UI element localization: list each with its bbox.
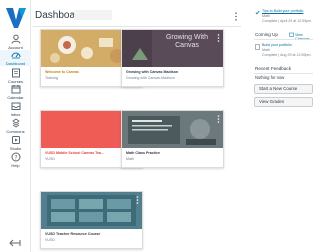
coming-up-divider [254, 39, 313, 40]
nav-calendar[interactable]: Calendar [0, 84, 31, 100]
coming-up-item-course: Math [262, 48, 270, 52]
course-card[interactable]: Growing With Canvas Growing with Canvas … [121, 29, 224, 87]
nav-label: Inbox [10, 112, 21, 117]
nav-label: Help [11, 163, 20, 168]
coming-up-item-due: Complete | Aug 29 at 12:59pm [262, 53, 311, 57]
course-term: Growing with Canvas-Madison [126, 76, 175, 80]
nav-label: Commons [6, 129, 25, 134]
course-name[interactable]: Growing with Canvas Madison [126, 70, 178, 74]
collapse-nav-icon[interactable] [8, 238, 22, 248]
nav-account[interactable]: Account [0, 34, 31, 50]
view-grades-button[interactable]: View Grades [254, 97, 313, 107]
coming-up-title: Coming Up [255, 32, 278, 37]
course-card-image [41, 192, 142, 229]
course-name[interactable]: Welcome to Canvas [45, 70, 79, 74]
course-card-image [122, 111, 223, 148]
calendar-icon [10, 84, 22, 94]
course-name[interactable]: VUSD Teacher Resource Course [45, 232, 100, 236]
courses-icon [10, 68, 22, 78]
course-term: Training [45, 76, 58, 80]
header-divider [33, 26, 241, 27]
card-options-icon[interactable] [217, 34, 220, 42]
course-card[interactable]: VUSD Teacher Resource Course VUSD [40, 191, 143, 249]
todo-item-course: Math [262, 14, 270, 18]
card-options-icon[interactable] [136, 196, 139, 204]
course-name[interactable]: Math Class Practice [126, 151, 160, 155]
todo-item-title[interactable]: Tips to Build your portfolio [262, 9, 303, 13]
dashboard-icon [10, 50, 22, 60]
todo-check-icon [255, 10, 260, 15]
course-term: VUSD [45, 238, 55, 242]
course-term: VUSD [45, 157, 55, 161]
card-options-icon[interactable] [217, 115, 220, 123]
nav-help[interactable]: ? Help [0, 152, 31, 168]
recent-feedback-title: Recent Feedback [255, 66, 292, 71]
nav-courses[interactable]: Courses [0, 68, 31, 84]
coming-up-item-title[interactable]: Build your portfolio [262, 43, 292, 47]
help-icon: ? [10, 152, 22, 162]
calendar-small-icon [289, 32, 294, 37]
nav-inbox[interactable]: Inbox [0, 101, 31, 117]
course-term: Math [126, 157, 134, 161]
todo-item-due: Complete | April 29 at 12:59pm [262, 19, 312, 23]
nav-label: Calendar [7, 95, 24, 100]
account-icon [10, 34, 22, 44]
nav-dashboard[interactable]: Dashboard [0, 50, 31, 66]
nav-label: Dashboard [5, 61, 26, 66]
nav-studio[interactable]: Studio [0, 135, 31, 151]
title-placeholder [74, 10, 112, 20]
course-name[interactable]: VUSD Middle School Canvas Tea... [45, 151, 104, 155]
start-new-course-button[interactable]: Start a New Course [254, 84, 313, 94]
course-card[interactable]: Math Class Practice Math [121, 110, 224, 168]
studio-icon [10, 135, 22, 145]
course-card-image: Growing With Canvas [122, 30, 223, 67]
assignment-icon [255, 44, 260, 50]
commons-icon [10, 118, 22, 128]
course-card-hero-text: Growing With Canvas [165, 34, 208, 49]
feedback-empty: Nothing for now [255, 75, 285, 80]
svg-text:?: ? [14, 154, 17, 161]
feedback-divider [254, 73, 313, 74]
global-nav: Account Dashboard Courses Calendar Inbox… [0, 0, 31, 252]
inbox-icon [10, 101, 22, 111]
nav-commons[interactable]: Commons [0, 118, 31, 134]
dashboard-options-icon[interactable] [234, 12, 238, 21]
nav-label: Studio [9, 146, 22, 151]
institution-logo[interactable] [5, 4, 27, 30]
